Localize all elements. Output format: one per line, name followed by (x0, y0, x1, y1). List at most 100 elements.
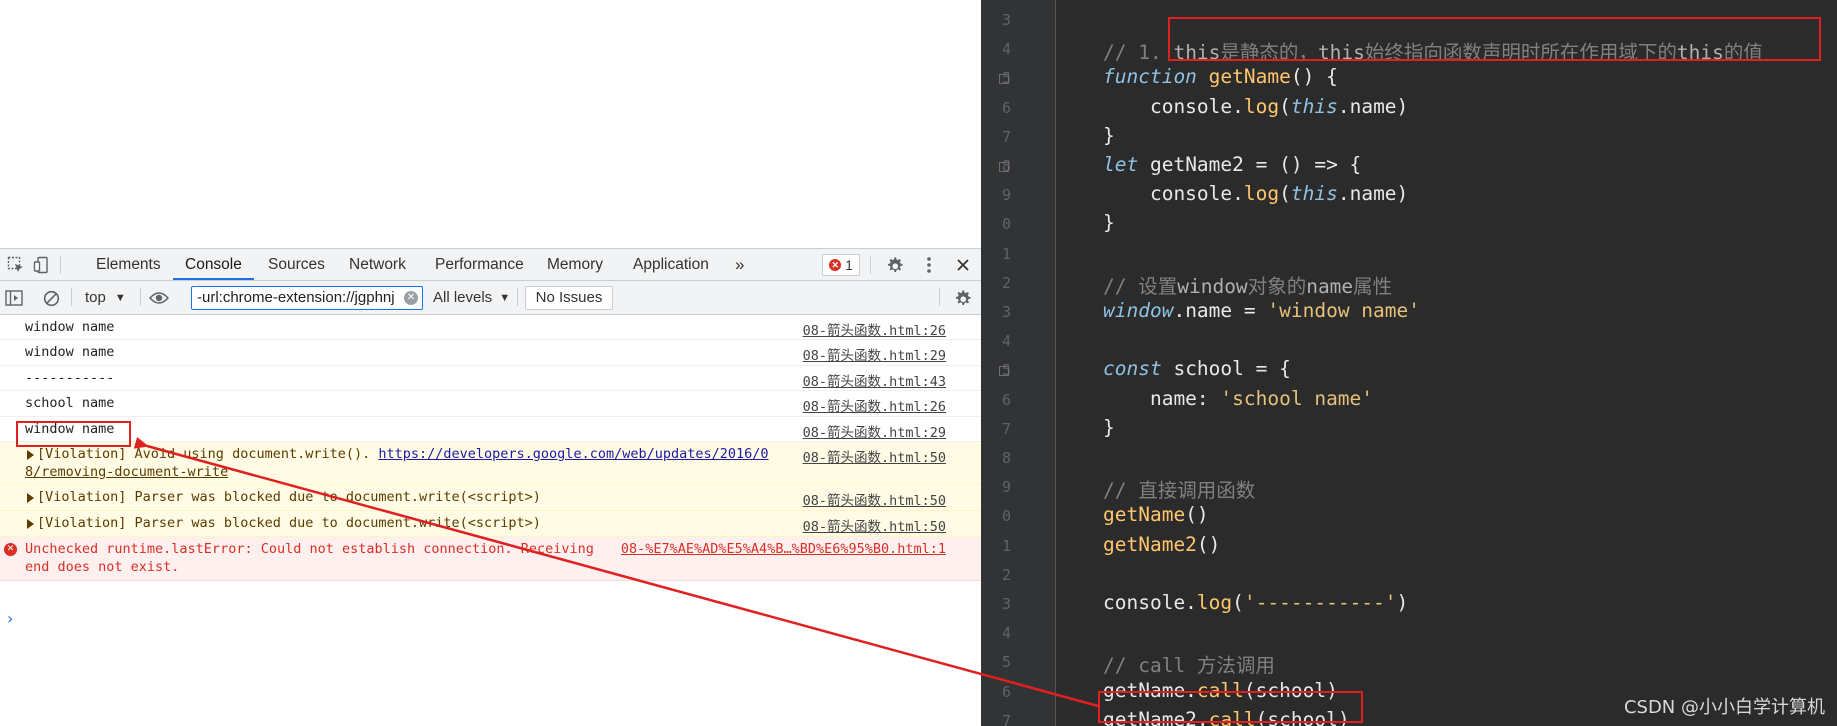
console-message: ----------- (25, 370, 115, 386)
tabbar-divider (870, 256, 871, 274)
code-token: // 1. (1103, 41, 1174, 65)
code-token: 'school name' (1220, 386, 1374, 410)
clear-filter-icon[interactable]: ✕ (404, 291, 418, 305)
code-token: console. (1103, 182, 1244, 206)
tab-sources[interactable]: Sources (268, 249, 325, 280)
tab-console[interactable]: Console (173, 249, 254, 280)
error-icon: ✕ (4, 543, 17, 556)
toolbar-divider (939, 288, 940, 306)
source-link[interactable]: 08-箭头函数.html:26 (803, 319, 946, 339)
code-token: ( (1279, 94, 1291, 118)
console-message: Unchecked runtime.lastError: Could not e… (25, 541, 594, 557)
source-link[interactable]: 08-箭头函数.html:43 (803, 370, 946, 390)
context-selector[interactable]: top ▼ (85, 281, 126, 314)
code-token: this (1290, 94, 1338, 118)
console-message: window name (25, 319, 115, 335)
close-devtools-icon[interactable] (953, 255, 973, 275)
console-message: school name (25, 395, 115, 411)
code-token: // call 方法调用 (1103, 654, 1275, 678)
code-token: // 设置 (1103, 274, 1178, 298)
console-warning-row: [Violation] Avoid using document.write()… (0, 442, 981, 485)
console-settings-gear-icon[interactable] (952, 288, 972, 308)
code-line: name: 'school name' (1103, 387, 1373, 410)
code-token: () (1196, 532, 1221, 556)
live-expression-eye-icon[interactable] (148, 288, 170, 308)
code-token: } (1103, 123, 1115, 147)
warning-text: [Violation] Avoid using document.write()… (37, 446, 379, 462)
console-row: ----------- 08-箭头函数.html:43 (0, 366, 981, 391)
tab-network[interactable]: Network (349, 249, 406, 280)
console-filter-input[interactable]: -url:chrome-extension://jgphnj ✕ (191, 286, 423, 310)
console-prompt[interactable]: › (7, 609, 13, 628)
code-token: getName (1208, 65, 1291, 89)
tab-application[interactable]: Application (633, 249, 709, 280)
code-line: } (1103, 416, 1115, 439)
device-toolbar-icon[interactable] (32, 255, 52, 275)
page-content-area (0, 0, 981, 248)
expand-triangle-icon[interactable] (27, 493, 34, 503)
code-token: } (1103, 415, 1115, 439)
code-token: log (1243, 182, 1280, 206)
source-link[interactable]: 08-箭头函数.html:50 (803, 515, 946, 535)
code-line: } (1103, 124, 1115, 147)
console-message: [Violation] Avoid using document.write()… (37, 446, 769, 462)
code-token: 'window name' (1267, 299, 1420, 322)
code-token: .name) (1337, 94, 1409, 118)
code-editor: 3456789012345678901234567 // 1. this是静态的… (981, 0, 1837, 726)
code-token: window (1103, 299, 1174, 322)
clear-console-icon[interactable] (41, 288, 61, 308)
code-token: console. (1103, 94, 1244, 118)
code-line: getName() (1103, 503, 1209, 526)
more-tabs-button[interactable]: » (735, 249, 744, 280)
code-token: () { (1290, 65, 1338, 89)
code-area[interactable]: // 1. this是静态的，this始终指向函数声明时所在作用域下的this的… (981, 0, 1837, 726)
show-sidebar-icon[interactable] (4, 288, 24, 308)
log-levels-dropdown[interactable]: All levels ▼ (433, 281, 510, 314)
console-error-row: ✕ Unchecked runtime.lastError: Could not… (0, 537, 981, 581)
dropdown-arrow-icon: ▼ (499, 291, 511, 304)
code-token: .name = (1173, 299, 1268, 322)
inspect-element-icon[interactable] (6, 255, 26, 275)
code-token: console. (1103, 591, 1197, 614)
source-link[interactable]: 08-箭头函数.html:50 (803, 489, 946, 509)
console-toolbar: top ▼ -url:chrome-extension://jgphnj ✕ A… (0, 281, 981, 315)
expand-triangle-icon[interactable] (27, 519, 34, 529)
console-warning-row: [Violation] Parser was blocked due to do… (0, 485, 981, 511)
console-output: window name 08-箭头函数.html:26 window name … (0, 315, 981, 726)
code-token: '-----------' (1243, 591, 1397, 614)
code-token: ( (1279, 182, 1291, 206)
code-token: } (1103, 211, 1115, 235)
source-link[interactable]: 08-%E7%AE%AD%E5%A4%B…%BD%E6%95%B0.html:1 (621, 541, 946, 557)
toolbar-divider (140, 288, 141, 306)
code-token: name: (1103, 386, 1221, 410)
more-options-kebab-icon[interactable] (919, 255, 939, 275)
devtools-panel: Elements Console Sources Network Performance… (0, 248, 981, 726)
issues-button[interactable]: No Issues (525, 286, 613, 310)
error-count-badge[interactable]: ✕ 1 (822, 254, 860, 276)
source-link[interactable]: 08-箭头函数.html:29 (803, 344, 946, 364)
source-link[interactable]: 08-箭头函数.html:50 (803, 446, 946, 466)
browser-pane: Elements Console Sources Network Performance… (0, 0, 981, 726)
code-line: window.name = 'window name' (1103, 299, 1420, 322)
warning-link[interactable]: https://developers.google.com/web/update… (378, 446, 768, 462)
console-message: [Violation] Parser was blocked due to do… (37, 489, 541, 505)
tab-memory[interactable]: Memory (547, 249, 603, 280)
expand-triangle-icon[interactable] (27, 450, 34, 460)
source-link[interactable]: 08-箭头函数.html:26 (803, 395, 946, 415)
code-token: school = { (1173, 357, 1291, 381)
output-highlight-box (16, 421, 131, 447)
warning-link-continued[interactable]: 8/removing-document-write (25, 464, 228, 480)
console-row: window name 08-箭头函数.html:26 (0, 315, 981, 340)
code-token: // 直接调用函数 (1103, 479, 1256, 503)
code-token: function (1103, 65, 1209, 89)
devtools-tab-bar: Elements Console Sources Network Performance… (0, 249, 981, 281)
code-line: console.log(this.name) (1103, 95, 1408, 118)
code-token: () (1185, 503, 1209, 527)
source-link[interactable]: 08-箭头函数.html:29 (803, 421, 946, 441)
tabbar-divider (60, 256, 61, 274)
code-token: getName2 = () => { (1149, 153, 1362, 176)
settings-gear-icon[interactable] (884, 255, 904, 275)
code-line: // 直接调用函数 (1103, 474, 1255, 503)
tab-performance[interactable]: Performance (435, 249, 524, 280)
tab-elements[interactable]: Elements (96, 249, 161, 280)
